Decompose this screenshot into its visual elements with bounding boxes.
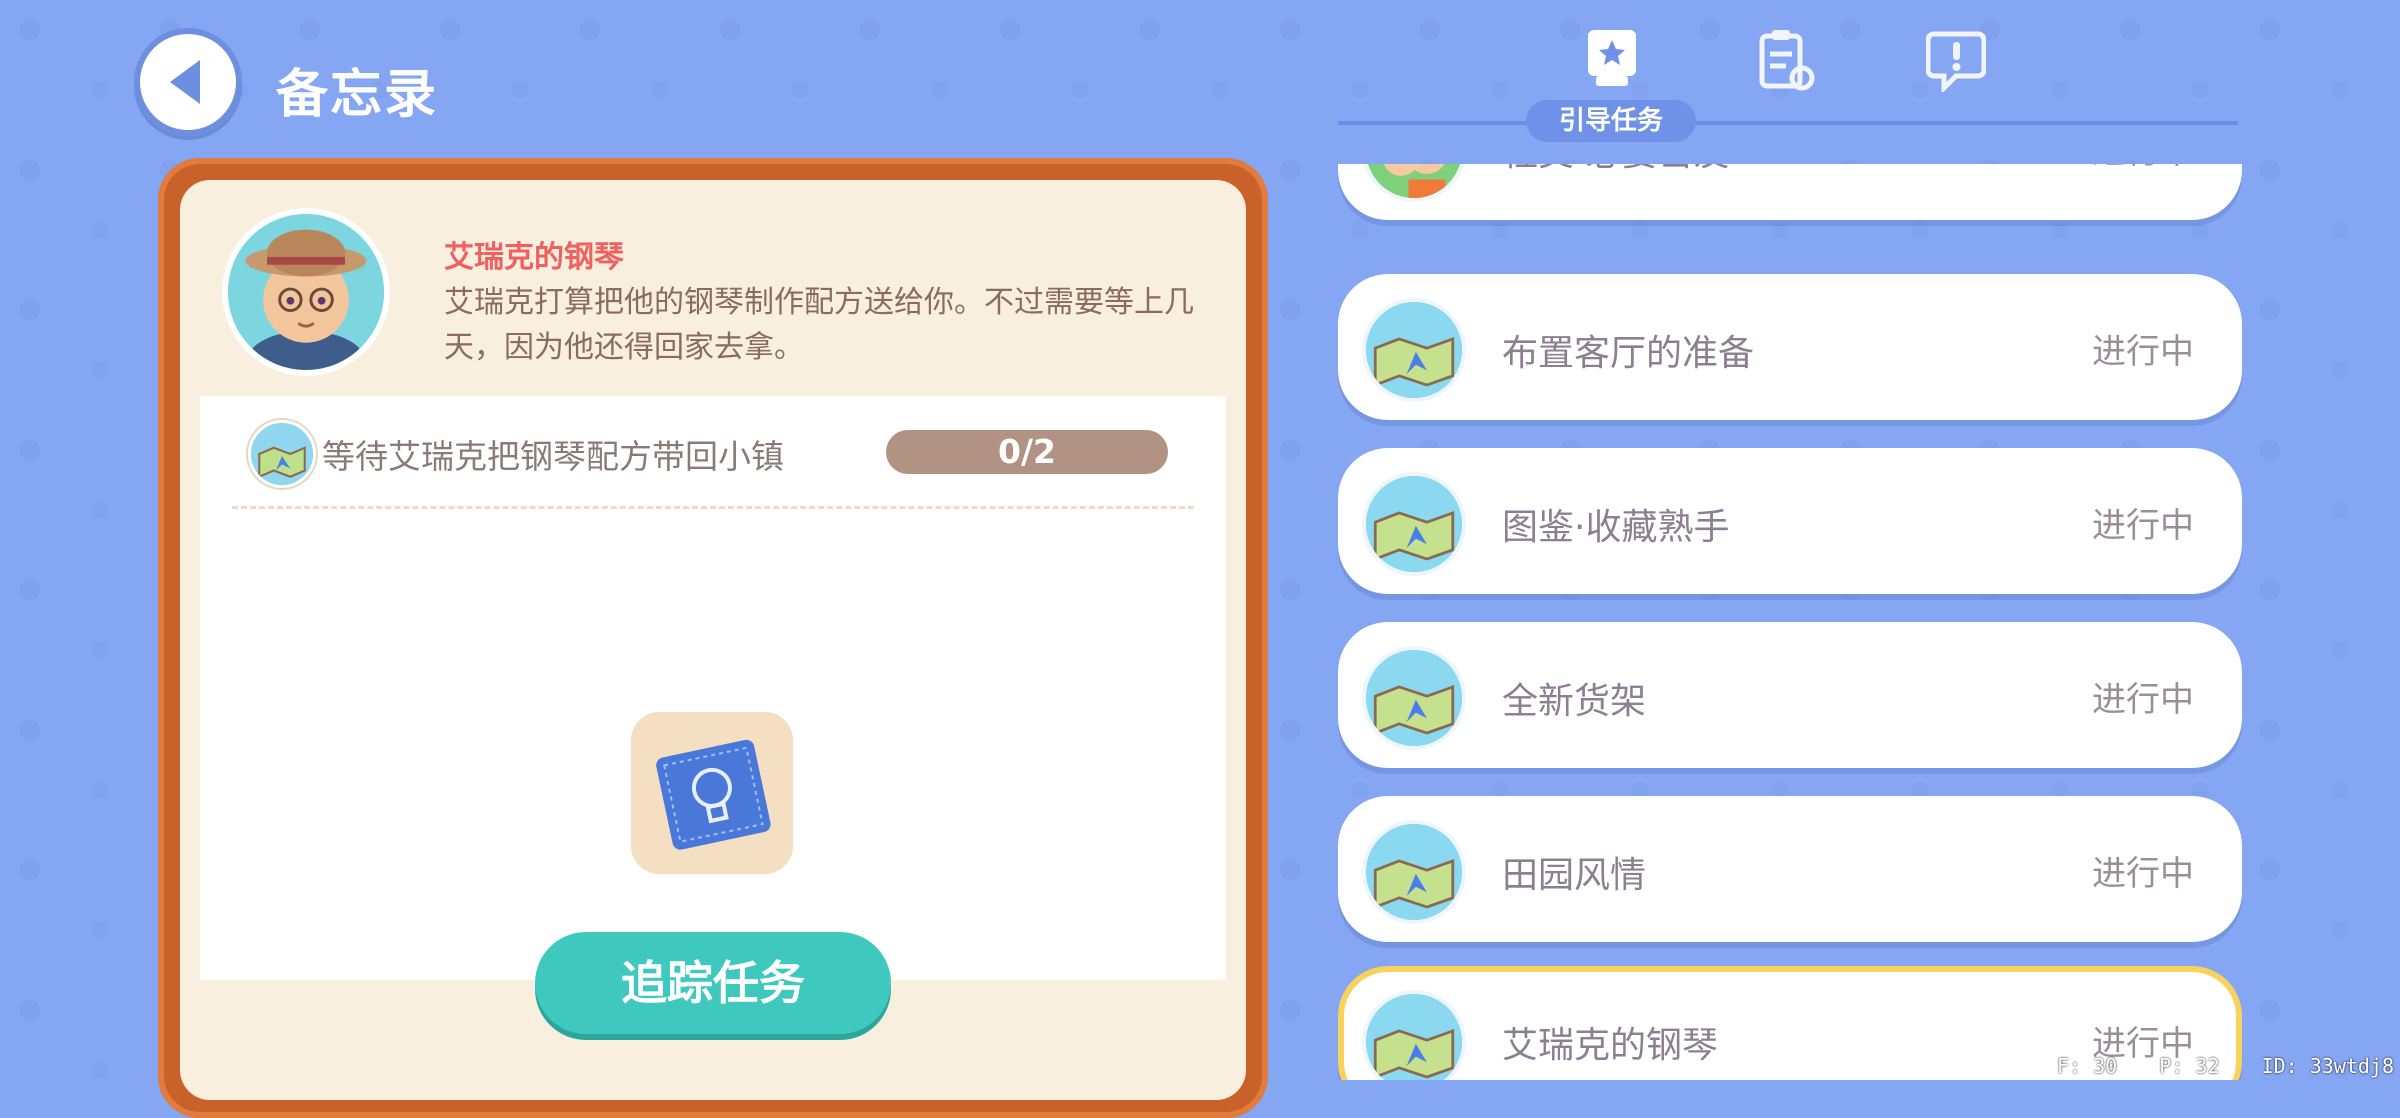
list-item-quest[interactable]: 图鉴·收藏熟手 进行中 — [1338, 448, 2242, 594]
page-title: 备忘录 — [276, 65, 439, 125]
blueprint-lightbulb-icon[interactable] — [631, 712, 793, 874]
track-quest-button[interactable]: 追踪任务 — [535, 932, 891, 1034]
map-icon — [1362, 990, 1466, 1080]
quest-label: 布置客厅的准备 — [1502, 333, 1755, 374]
quest-description: 艾瑞克打算把他的钢琴制作配方送给你。不过需要等上几天，因为他还得回家去拿。 — [444, 285, 1194, 365]
quest-label: 图鉴·收藏熟手 — [1502, 507, 1730, 548]
list-item-quest[interactable]: 社交·必要密友 进行中 — [1338, 164, 2242, 220]
map-icon — [1362, 298, 1466, 402]
debug-overlay: F: 30 P: 32 ID: 33wtdj8 — [2021, 1052, 2400, 1080]
quest-status: 进行中 — [2092, 854, 2194, 894]
map-icon — [248, 420, 316, 488]
quest-list: 社交·必要密友 进行中 布置客厅的准备 进行中 图鉴·收藏熟手 进行中 全新货架… — [1338, 0, 2246, 1080]
list-item-quest[interactable]: 田园风情 进行中 — [1338, 796, 2242, 942]
back-button[interactable] — [134, 28, 242, 136]
quest-detail-card: 艾瑞克的钢琴 艾瑞克打算把他的钢琴制作配方送给你。不过需要等上几天，因为他还得回… — [180, 180, 1246, 1100]
id-readout: ID: 33wtdj8 — [2261, 1054, 2394, 1078]
ping-readout: P: 32 — [2159, 1054, 2220, 1078]
quest-status: 进行中 — [2092, 164, 2194, 173]
quest-title: 艾瑞克的钢琴 — [444, 240, 624, 275]
npc-avatar — [222, 208, 390, 376]
map-icon — [1362, 472, 1466, 576]
list-item-quest[interactable]: 布置客厅的准备 进行中 — [1338, 274, 2242, 420]
fps-readout: F: 30 — [2057, 1054, 2118, 1078]
task-panel: 等待艾瑞克把钢琴配方带回小镇 0/2 — [200, 396, 1226, 980]
quest-status: 进行中 — [2092, 680, 2194, 720]
list-item-quest[interactable]: 全新货架 进行中 — [1338, 622, 2242, 768]
dashed-divider — [232, 506, 1194, 509]
task-progress: 0/2 — [886, 430, 1168, 474]
quest-status: 进行中 — [2092, 332, 2194, 372]
map-icon — [1362, 820, 1466, 924]
chevron-left-icon — [170, 60, 200, 104]
friends-icon — [1362, 164, 1466, 202]
quest-list-viewport: 社交·必要密友 进行中 布置客厅的准备 进行中 图鉴·收藏熟手 进行中 全新货架… — [1338, 164, 2246, 1080]
quest-status: 进行中 — [2092, 506, 2194, 546]
map-icon — [1362, 646, 1466, 750]
quest-label: 社交·必要密友 — [1502, 164, 1729, 176]
quest-label: 艾瑞克的钢琴 — [1502, 1025, 1719, 1066]
task-objective: 等待艾瑞克把钢琴配方带回小镇 — [322, 437, 784, 476]
quest-label: 田园风情 — [1502, 855, 1647, 896]
quest-label: 全新货架 — [1502, 681, 1647, 722]
